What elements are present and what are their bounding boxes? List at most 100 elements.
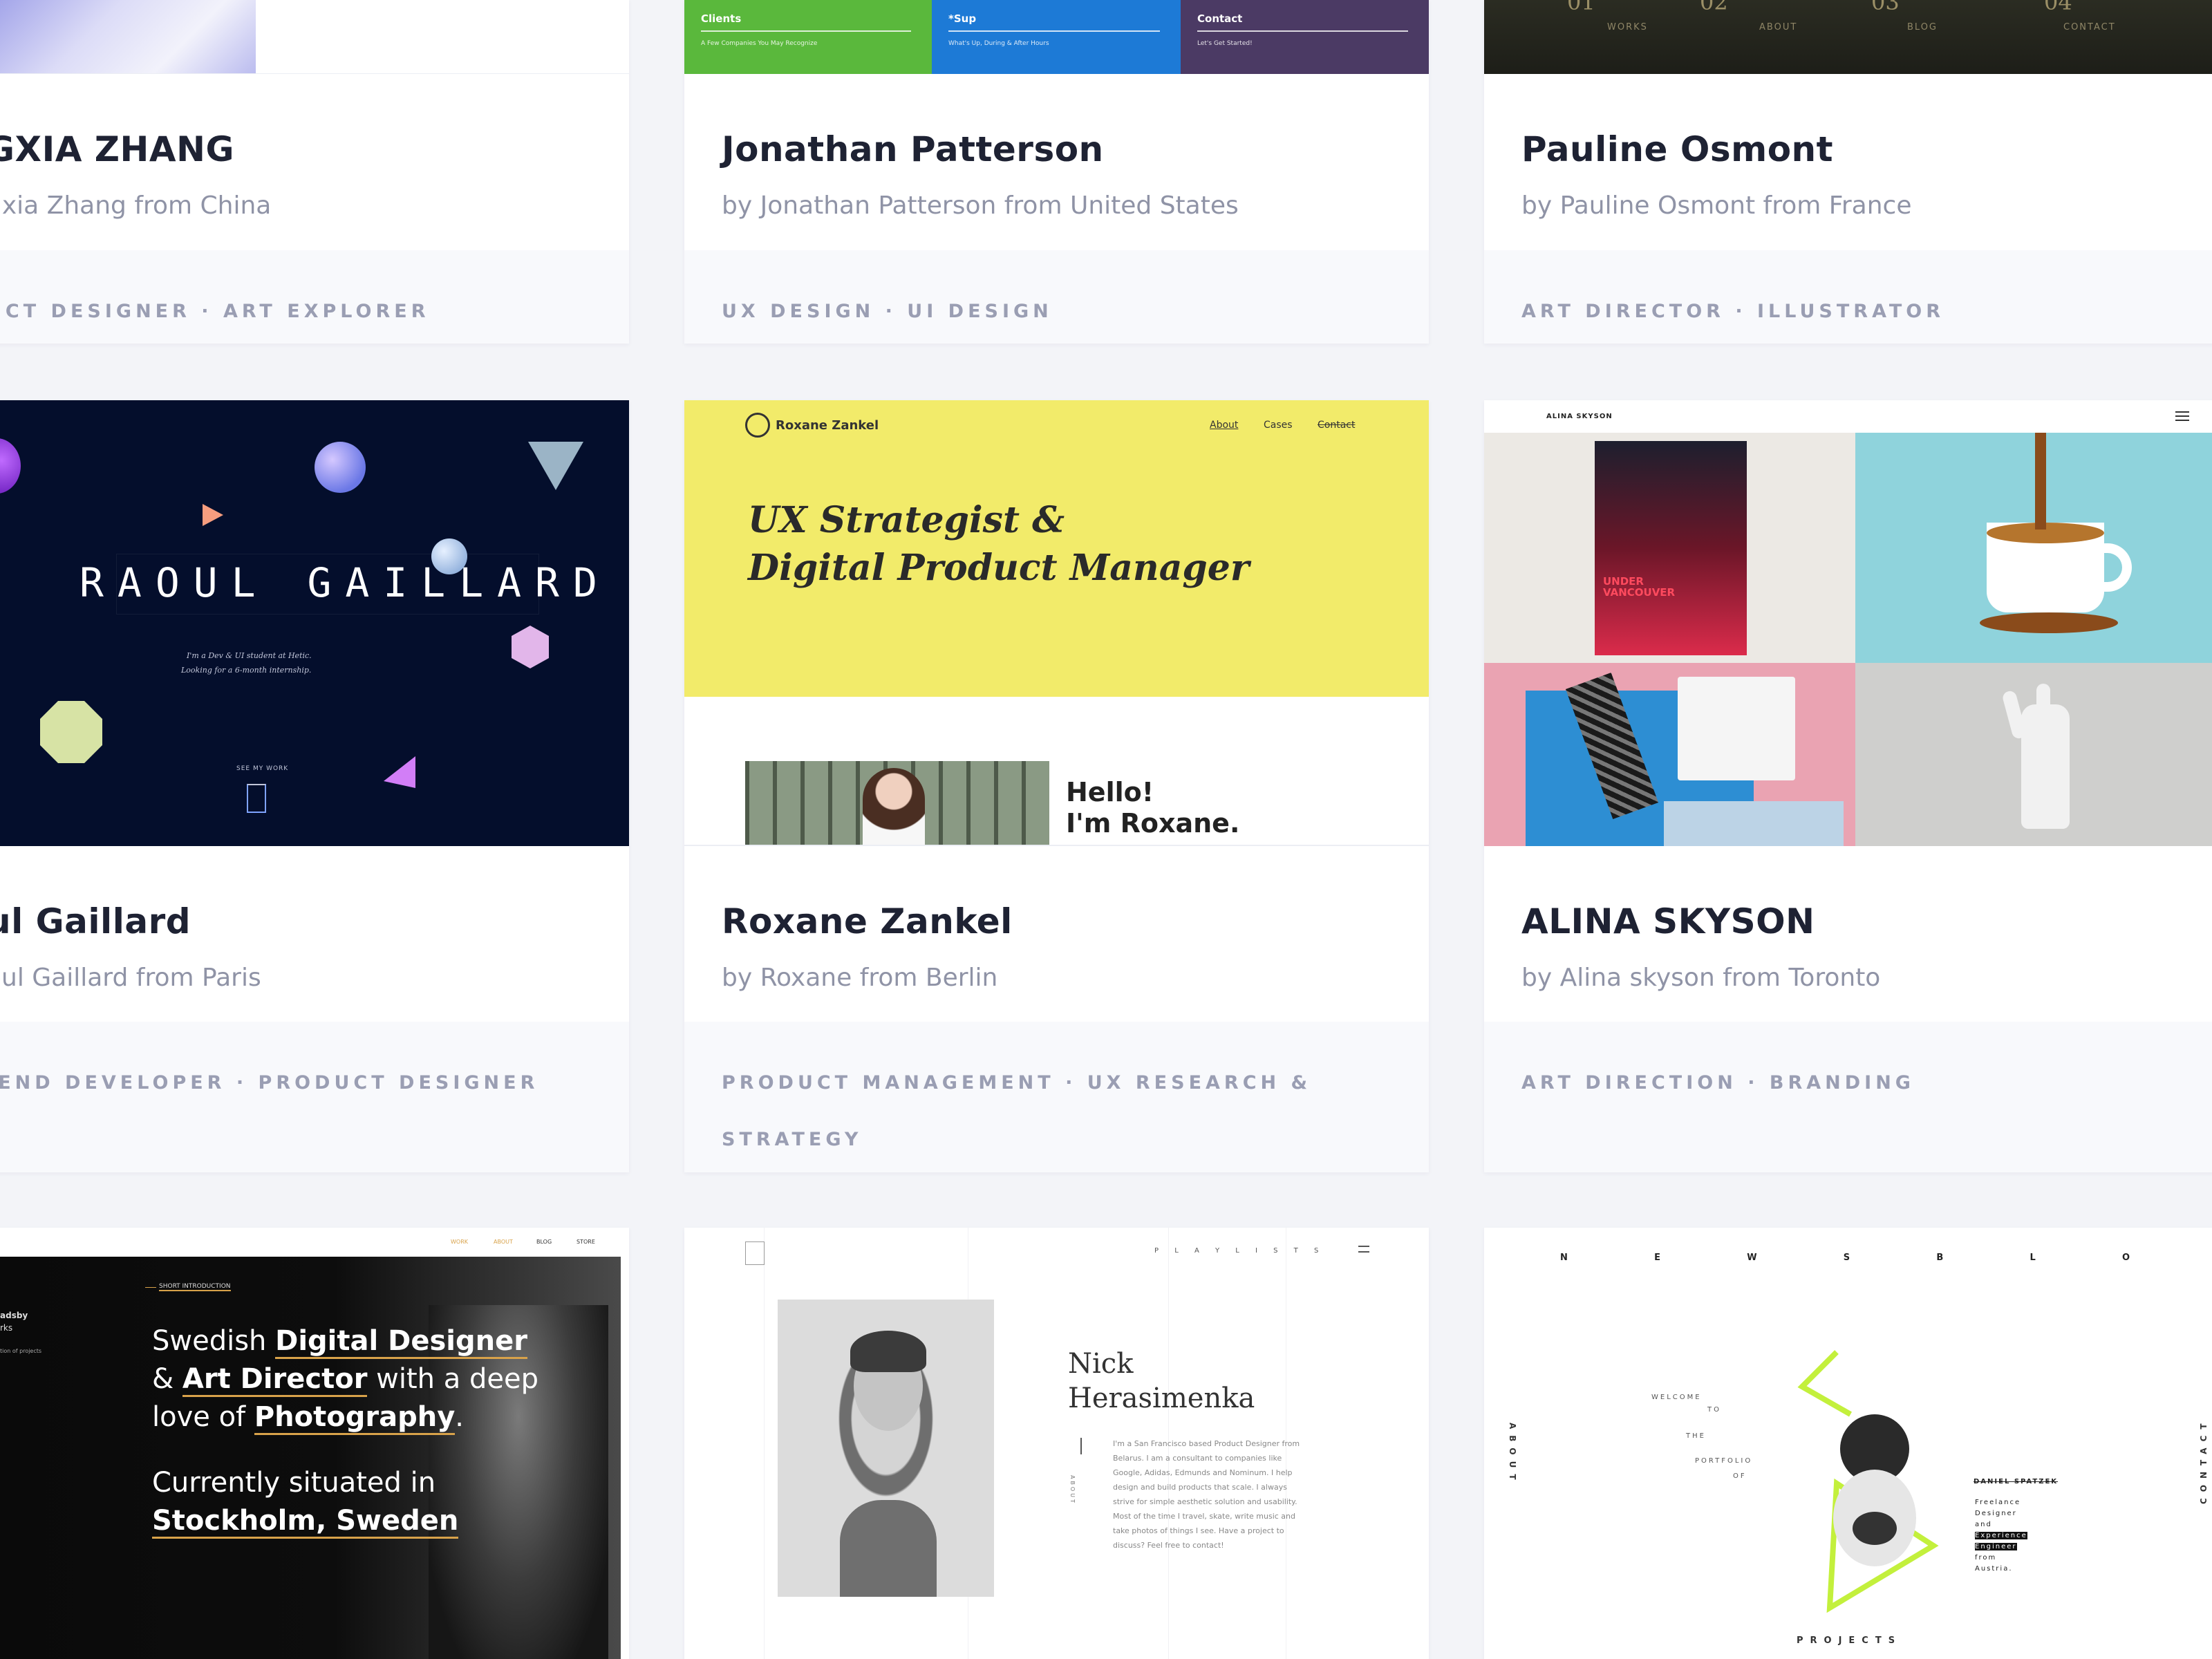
segment-sub: What's Up, During & After Hours [948, 40, 1049, 47]
hand-tile[interactable] [1855, 663, 2212, 846]
welcome-text: WELCOME [1651, 1394, 1702, 1401]
card-title[interactable]: GXIA ZHANG [0, 129, 234, 169]
sphere-shape [0, 438, 21, 494]
portfolio-card[interactable]: ALINA SKYSON UNDER VANCOUVER ALINA SKYSO… [1484, 400, 2212, 1172]
lime-triangle-graphic [1797, 1350, 1939, 1613]
card-title[interactable]: Pauline Osmont [1521, 129, 1833, 169]
card-thumbnail[interactable] [0, 0, 629, 74]
card-thumbnail[interactable]: WORK ABOUT BLOG STORE adsby rks tion of … [0, 1228, 629, 1659]
card-thumbnail[interactable]: NEWSBLOG ABOUT CONTACT PROJECTS WELCOME … [1484, 1228, 2212, 1659]
portrait-image [0, 0, 256, 73]
site-logo[interactable]: Roxane Zankel [776, 418, 879, 433]
nav-contact[interactable]: Contact [1318, 420, 1355, 431]
bio-text: I'm a San Francisco based Product Design… [1113, 1439, 1300, 1550]
triangle-shape [203, 504, 223, 526]
card-byline: by Pauline Osmont from France [1521, 191, 1912, 220]
nav-about[interactable]: About [1210, 420, 1238, 431]
card-thumbnail[interactable]: ALINA SKYSON UNDER VANCOUVER [1484, 400, 2212, 846]
projects-link[interactable]: PROJECTS [1797, 1635, 1902, 1646]
site-logo[interactable]: ALINA SKYSON [1546, 413, 1613, 420]
designer-name: DANIEL SPATZEK [1974, 1478, 2059, 1485]
logo-icon[interactable] [745, 413, 770, 438]
card-thumbnail[interactable]: P L A Y L I S T S Nick Herasimenka ABOUT… [684, 1228, 1429, 1659]
portfolio-card[interactable]: RAOUL GAILLARD I'm a Dev & UI student at… [0, 400, 629, 1172]
playlists-link[interactable]: P L A Y L I S T S [1154, 1247, 1325, 1255]
triangle-shape [528, 442, 583, 490]
nav-works[interactable]: WORKS [1607, 22, 1648, 32]
welcome-text: OF [1733, 1472, 1747, 1480]
octagon-shape [40, 701, 102, 763]
card-tags: PRODUCT MANAGEMENT · UX RESEARCH & STRAT… [722, 1072, 1312, 1150]
nav-cases[interactable]: Cases [1264, 420, 1293, 431]
card-thumbnail[interactable]: Roxane Zankel About Cases Contact UX Str… [684, 400, 1429, 846]
sphere-shape [315, 442, 366, 493]
card-byline: gxia Zhang from China [0, 191, 272, 220]
hero-panel: adsby rks tion of projects SHORT INTRODU… [0, 1257, 621, 1659]
card-byline: by Roxane from Berlin [722, 964, 998, 992]
nav-about[interactable]: ABOUT [1759, 22, 1797, 32]
nav-number: 01 [1567, 0, 1595, 15]
portfolio-card[interactable]: GXIA ZHANG gxia Zhang from China UCT DES… [0, 0, 629, 344]
see-my-work-link[interactable]: SEE MY WORK [236, 765, 288, 772]
nav-blog[interactable]: BLOG [536, 1239, 552, 1245]
card-title[interactable]: ul Gaillard [0, 901, 191, 941]
segment-sub: Let's Get Started! [1197, 40, 1253, 47]
portfolio-card[interactable]: Clients A Few Companies You May Recogniz… [684, 0, 1429, 344]
side-label: ABOUT [1069, 1475, 1076, 1505]
top-nav[interactable]: NEWSBLOG [1560, 1253, 2212, 1263]
card-title[interactable]: Jonathan Patterson [722, 129, 1104, 169]
segment-label: *Sup [948, 12, 977, 25]
poster-title: UNDER VANCOUVER [1603, 575, 1676, 599]
card-thumbnail[interactable]: RAOUL GAILLARD I'm a Dev & UI student at… [0, 400, 629, 846]
side-text: rks [0, 1323, 13, 1333]
nav-about[interactable]: ABOUT [494, 1239, 513, 1245]
card-title[interactable]: Roxane Zankel [722, 901, 1013, 941]
portfolio-card[interactable]: 01 WORKS 02 ABOUT 03 BLOG 04 CONTACT Pau… [1484, 0, 2212, 344]
coffee-tile[interactable] [1855, 433, 2212, 663]
about-link[interactable]: ABOUT [1508, 1423, 1517, 1486]
card-tags: ART DIRECTOR · ILLUSTRATOR [1521, 301, 1945, 322]
segment-label: Clients [701, 12, 742, 25]
portfolio-card[interactable]: Roxane Zankel About Cases Contact UX Str… [684, 400, 1429, 1172]
profile-photo [745, 761, 1049, 845]
intro-line: I'm a Dev & UI student at Hetic. [187, 651, 312, 660]
side-text: tion of projects [0, 1348, 42, 1354]
kicker: SHORT INTRODUCTION [159, 1283, 231, 1291]
clients-segment: Clients A Few Companies You May Recogniz… [684, 0, 932, 74]
triangle-shape [384, 756, 415, 788]
card-thumbnail[interactable]: Clients A Few Companies You May Recogniz… [684, 0, 1429, 74]
segment-label: Contact [1197, 12, 1243, 25]
contact-segment: Contact Let's Get Started! [1181, 0, 1429, 74]
card-byline: by Jonathan Patterson from United States [722, 191, 1239, 220]
nav-work[interactable]: WORK [451, 1239, 468, 1245]
card-tags: UCT DESIGNER · ART EXPLORER [0, 301, 430, 322]
nav-contact[interactable]: CONTACT [2063, 22, 2116, 32]
card-tags: ART DIRECTION · BRANDING [1521, 1072, 1915, 1094]
contact-link[interactable]: CONTACT [2199, 1417, 2209, 1504]
portfolio-card[interactable]: NEWSBLOG ABOUT CONTACT PROJECTS WELCOME … [1484, 1228, 2212, 1659]
hello-text: I'm Roxane. [1066, 808, 1240, 838]
poster-tile[interactable]: UNDER VANCOUVER [1484, 433, 1855, 663]
card-title[interactable]: ALINA SKYSON [1521, 901, 1815, 941]
intro-line: Looking for a 6-month internship. [181, 666, 312, 675]
person-name: Herasimenka [1068, 1382, 1255, 1414]
welcome-text: TO [1707, 1406, 1721, 1414]
card-tags: -END DEVELOPER · PRODUCT DESIGNER [0, 1072, 539, 1094]
card-thumbnail[interactable]: 01 WORKS 02 ABOUT 03 BLOG 04 CONTACT [1484, 0, 2212, 74]
segment-sub: A Few Companies You May Recognize [701, 40, 818, 47]
sphere-shape [431, 538, 467, 574]
menu-icon[interactable] [1358, 1246, 1369, 1253]
scroll-indicator[interactable] [247, 784, 266, 813]
welcome-text: THE [1686, 1432, 1706, 1440]
menu-icon[interactable] [2175, 411, 2189, 421]
shirt-tile[interactable] [1484, 663, 1855, 846]
nav-blog[interactable]: BLOG [1907, 22, 1938, 32]
logo-icon[interactable] [745, 1241, 765, 1265]
card-byline: oul Gaillard from Paris [0, 964, 261, 992]
sup-segment: *Sup What's Up, During & After Hours [932, 0, 1181, 74]
card-byline: by Alina skyson from Toronto [1521, 964, 1881, 992]
nav-store[interactable]: STORE [577, 1239, 595, 1245]
portfolio-card[interactable]: P L A Y L I S T S Nick Herasimenka ABOUT… [684, 1228, 1429, 1659]
hero-headline: Digital Product Manager [748, 547, 1250, 589]
portfolio-card[interactable]: WORK ABOUT BLOG STORE adsby rks tion of … [0, 1228, 629, 1659]
